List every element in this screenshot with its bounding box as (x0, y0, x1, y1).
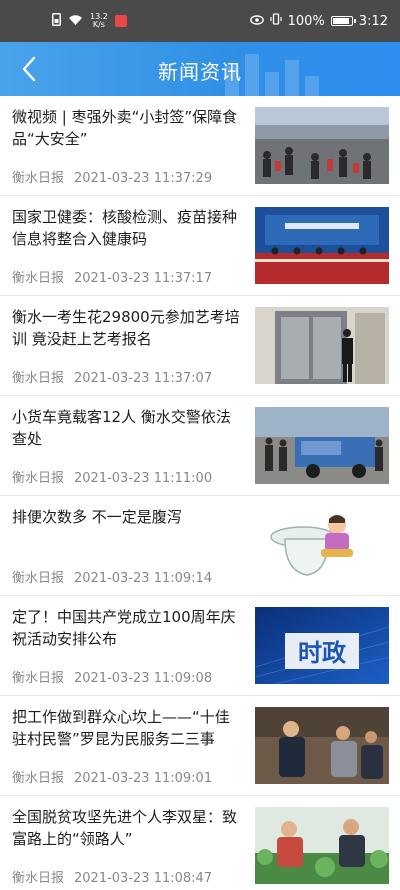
news-time: 2021-03-23 11:09:01 (74, 771, 213, 786)
status-bar: 13.2 K/s 100% 3:12 (0, 0, 400, 42)
news-meta: 衡水日报 2021-03-23 11:09:08 (12, 667, 212, 686)
news-thumbnail (255, 507, 389, 584)
news-title: 定了！中国共产党成立100周年庆祝活动安排公布 (12, 608, 236, 648)
news-meta: 衡水日报 2021-03-23 11:09:01 (12, 767, 212, 786)
news-thumbnail (255, 307, 389, 384)
news-meta: 衡水日报 2021-03-23 11:11:00 (12, 467, 212, 486)
news-title: 衡水一考生花29800元参加艺考培训 竟没赶上艺考报名 (12, 308, 240, 348)
app-header: 新闻资讯 (0, 42, 400, 96)
news-thumbnail (255, 807, 389, 884)
news-source: 衡水日报 (12, 671, 65, 686)
news-meta: 衡水日报 2021-03-23 11:37:17 (12, 267, 212, 286)
status-right: 100% 3:12 (249, 11, 388, 31)
news-time: 2021-03-23 11:09:08 (74, 671, 213, 686)
news-title: 把工作做到群众心坎上——“十佳驻村民警”罗昆为民服务二三事 (12, 708, 230, 748)
news-thumbnail: 时政 (255, 607, 389, 684)
news-title: 排便次数多 不一定是腹泻 (12, 508, 182, 526)
news-source: 衡水日报 (12, 871, 65, 886)
news-item[interactable]: 微视频 | 枣强外卖“小封签”保障食品“大安全” 衡水日报 2021-03-23 … (0, 96, 400, 196)
news-source: 衡水日报 (12, 171, 65, 186)
vibrate-icon (270, 13, 282, 29)
page-title: 新闻资讯 (158, 60, 242, 84)
news-thumbnail (255, 107, 389, 184)
wifi-icon (68, 14, 83, 29)
news-title: 国家卫健委：核酸检测、疫苗接种信息将整合入健康码 (12, 208, 238, 248)
news-title: 微视频 | 枣强外卖“小封签”保障食品“大安全” (12, 108, 238, 148)
news-thumbnail (255, 707, 389, 784)
news-time: 2021-03-23 11:37:29 (74, 171, 213, 186)
news-source: 衡水日报 (12, 771, 65, 786)
news-item[interactable]: 把工作做到群众心坎上——“十佳驻村民警”罗昆为民服务二三事 衡水日报 2021-0… (0, 696, 400, 796)
news-item[interactable]: 定了！中国共产党成立100周年庆祝活动安排公布 衡水日报 2021-03-23 1… (0, 596, 400, 696)
news-item[interactable]: 排便次数多 不一定是腹泻 衡水日报 2021-03-23 11:09:14 (0, 496, 400, 596)
news-list: 微视频 | 枣强外卖“小封签”保障食品“大安全” 衡水日报 2021-03-23 … (0, 96, 400, 890)
news-source: 衡水日报 (12, 371, 65, 386)
news-item[interactable]: 全国脱贫攻坚先进个人李双星：致富路上的“领路人” 衡水日报 2021-03-23 … (0, 796, 400, 890)
thumbnail-caption: 时政 (298, 639, 346, 667)
news-meta: 衡水日报 2021-03-23 11:09:14 (12, 567, 212, 586)
news-time: 2021-03-23 11:09:14 (74, 571, 213, 586)
news-source: 衡水日报 (12, 471, 65, 486)
news-time: 2021-03-23 11:37:07 (74, 371, 213, 386)
clock: 3:12 (358, 13, 388, 29)
news-title: 小货车竟载客12人 衡水交警依法查处 (12, 408, 231, 448)
news-meta: 衡水日报 2021-03-23 11:37:07 (12, 367, 212, 386)
news-thumbnail (255, 407, 389, 484)
network-speed: 13.2 K/s (90, 12, 108, 29)
news-meta: 衡水日报 2021-03-23 11:08:47 (12, 867, 212, 886)
news-meta: 衡水日报 2021-03-23 11:37:29 (12, 167, 212, 186)
battery-icon (330, 16, 356, 26)
eye-icon (249, 14, 264, 29)
news-time: 2021-03-23 11:08:47 (74, 871, 213, 886)
news-time: 2021-03-23 11:11:00 (74, 471, 213, 486)
status-left: 13.2 K/s (52, 11, 127, 31)
news-title: 全国脱贫攻坚先进个人李双星：致富路上的“领路人” (12, 808, 238, 848)
news-thumbnail (255, 207, 389, 284)
news-time: 2021-03-23 11:37:17 (74, 271, 213, 286)
news-item[interactable]: 国家卫健委：核酸检测、疫苗接种信息将整合入健康码 衡水日报 2021-03-23 … (0, 196, 400, 296)
news-source: 衡水日报 (12, 571, 65, 586)
news-item[interactable]: 小货车竟载客12人 衡水交警依法查处 衡水日报 2021-03-23 11:11:… (0, 396, 400, 496)
sim-icon (52, 13, 61, 29)
news-item[interactable]: 衡水一考生花29800元参加艺考培训 竟没赶上艺考报名 衡水日报 2021-03-… (0, 296, 400, 396)
battery-percent: 100% (287, 13, 325, 29)
app-notification-icon (114, 15, 127, 27)
news-source: 衡水日报 (12, 271, 65, 286)
